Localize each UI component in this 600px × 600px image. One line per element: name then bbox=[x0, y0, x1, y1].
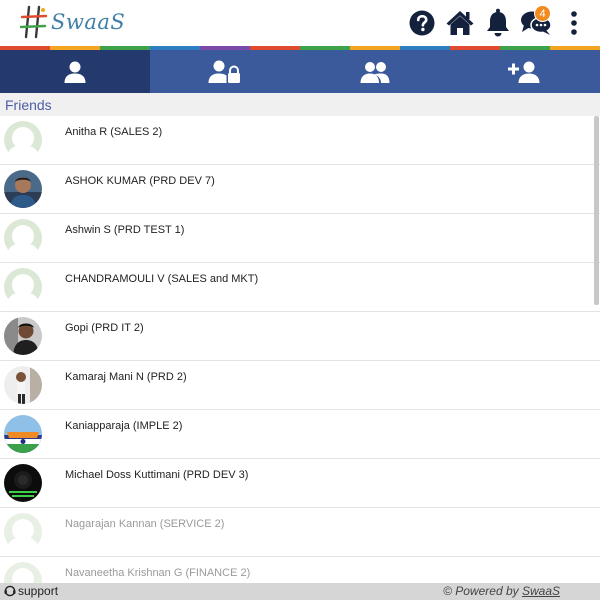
friend-avatar-placeholder bbox=[4, 121, 42, 159]
more-vertical-icon bbox=[571, 11, 577, 35]
app-logo-text: SwaaS bbox=[51, 10, 126, 34]
friend-name: Kamaraj Mani N (PRD 2) bbox=[65, 371, 187, 383]
powered-prefix: © Powered by bbox=[443, 584, 522, 598]
tab-private-friends[interactable] bbox=[150, 50, 300, 93]
friend-name: Nagarajan Kannan (SERVICE 2) bbox=[65, 518, 225, 530]
user-icon bbox=[64, 61, 86, 83]
friend-row[interactable]: Nagarajan Kannan (SERVICE 2) bbox=[0, 508, 600, 557]
friend-row[interactable]: CHANDRAMOULI V (SALES and MKT) bbox=[0, 263, 600, 312]
friend-avatar-photo bbox=[4, 366, 42, 404]
friend-row[interactable]: Anitha R (SALES 2) bbox=[0, 116, 600, 165]
friends-tabbar bbox=[0, 50, 600, 93]
friend-row[interactable]: Navaneetha Krishnan G (FINANCE 2) bbox=[0, 557, 600, 583]
friend-avatar-photo bbox=[4, 415, 42, 453]
friends-list: Anitha R (SALES 2) ASHOK KUMAR (PRD DEV 7… bbox=[0, 116, 600, 583]
friend-name: Anitha R (SALES 2) bbox=[65, 126, 163, 138]
app-logo[interactable]: SwaaS bbox=[20, 5, 125, 39]
notifications-button[interactable] bbox=[484, 8, 512, 38]
friend-row[interactable]: Gopi (PRD IT 2) bbox=[0, 312, 600, 361]
friend-avatar-placeholder bbox=[4, 562, 42, 583]
friend-row[interactable]: ASHOK KUMAR (PRD DEV 7) bbox=[0, 165, 600, 214]
friend-name: Kaniapparaja (IMPLE 2) bbox=[65, 420, 183, 432]
app-header: SwaaS 4 bbox=[0, 0, 600, 46]
friend-name: Michael Doss Kuttimani (PRD DEV 3) bbox=[65, 469, 249, 481]
help-icon bbox=[409, 10, 435, 36]
friend-name: ASHOK KUMAR (PRD DEV 7) bbox=[65, 175, 215, 187]
list-scrollbar[interactable] bbox=[594, 116, 599, 305]
home-button[interactable] bbox=[445, 8, 475, 38]
user-lock-icon bbox=[208, 60, 240, 83]
app-footer: support © Powered by SwaaS bbox=[0, 583, 600, 600]
app-window: SwaaS 4 Friends Anitha R (SALES 2) ASHOK… bbox=[0, 0, 600, 600]
support-link[interactable]: support bbox=[4, 584, 58, 598]
friend-avatar-photo bbox=[4, 317, 42, 355]
friend-row[interactable]: Michael Doss Kuttimani (PRD DEV 3) bbox=[0, 459, 600, 508]
bell-icon bbox=[487, 8, 509, 37]
tab-profile[interactable] bbox=[0, 50, 150, 93]
friends-section-title: Friends bbox=[5, 97, 52, 113]
friend-name: Gopi (PRD IT 2) bbox=[65, 322, 144, 334]
support-label: support bbox=[18, 584, 59, 598]
user-plus-icon bbox=[508, 61, 540, 83]
friend-avatar-photo bbox=[4, 170, 42, 208]
friend-avatar-placeholder bbox=[4, 268, 42, 306]
chat-badge: 4 bbox=[534, 5, 551, 22]
friend-name: Navaneetha Krishnan G (FINANCE 2) bbox=[65, 567, 251, 579]
powered-brand-link[interactable]: SwaaS bbox=[522, 584, 560, 598]
friend-row[interactable]: Ashwin S (PRD TEST 1) bbox=[0, 214, 600, 263]
friend-avatar-photo bbox=[4, 464, 42, 502]
friend-avatar-placeholder bbox=[4, 219, 42, 257]
friend-row[interactable]: Kamaraj Mani N (PRD 2) bbox=[0, 361, 600, 410]
swaas-hash-icon bbox=[20, 5, 48, 39]
powered-by: © Powered by SwaaS bbox=[443, 584, 560, 598]
home-icon bbox=[446, 11, 474, 35]
friends-section-header: Friends bbox=[0, 93, 600, 116]
friend-name: CHANDRAMOULI V (SALES and MKT) bbox=[65, 273, 259, 285]
help-button[interactable] bbox=[408, 8, 436, 38]
tab-add-friend[interactable] bbox=[450, 50, 600, 93]
tab-groups[interactable] bbox=[300, 50, 450, 93]
friend-avatar-placeholder bbox=[4, 513, 42, 551]
users-icon bbox=[360, 61, 390, 83]
friend-name: Ashwin S (PRD TEST 1) bbox=[65, 224, 185, 236]
support-icon bbox=[4, 585, 16, 597]
friend-row[interactable]: Kaniapparaja (IMPLE 2) bbox=[0, 410, 600, 459]
more-menu-button[interactable] bbox=[565, 8, 583, 38]
